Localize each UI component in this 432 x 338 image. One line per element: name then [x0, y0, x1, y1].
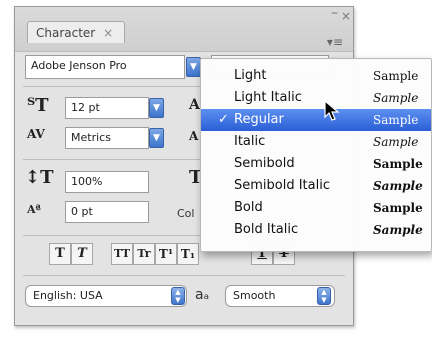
language-value: English: USA — [33, 289, 103, 302]
font-style-menu: Light Sample Light Italic Sample ✓ Regular Sam… — [200, 58, 432, 252]
menu-item-regular[interactable]: ✓ Regular Sample — [201, 109, 431, 131]
menu-item-label: Semibold — [234, 156, 295, 171]
tab-label: Character — [36, 26, 96, 40]
minimize-icon[interactable]: – — [331, 5, 338, 21]
antialias-stepper-icon[interactable]: ▲ ▼ — [317, 287, 331, 305]
baseline-shift-field[interactable]: 0 pt — [65, 201, 149, 223]
font-family-dropdown-button[interactable]: ▼ — [186, 57, 201, 77]
menu-item-label: Light — [234, 68, 267, 83]
close-panel-icon[interactable]: × — [341, 9, 351, 23]
divider — [23, 275, 345, 276]
font-size-icon: ᵀT — [27, 95, 49, 116]
font-family-value: Adobe Jenson Pro — [31, 59, 127, 72]
kerning-value: Metrics — [71, 131, 111, 144]
font-size-value: 12 pt — [71, 101, 100, 114]
faux-italic-button[interactable]: T — [71, 243, 93, 265]
menu-item-label: Regular — [234, 112, 284, 127]
menu-item-label: Semibold Italic — [234, 178, 330, 193]
menu-item-sample: Sample — [373, 135, 419, 149]
kerning-field[interactable]: Metrics — [65, 127, 149, 149]
tab-close-icon[interactable]: × — [103, 26, 113, 40]
menu-item-sample: Sample — [373, 157, 423, 171]
checkmark-icon: ✓ — [218, 112, 229, 127]
baseline-shift-icon: Aª — [27, 203, 41, 216]
language-stepper-icon[interactable]: ▲ ▼ — [171, 287, 185, 305]
vertical-scale-icon: ↕T — [25, 167, 54, 188]
menu-item-light-italic[interactable]: Light Italic Sample — [201, 87, 431, 109]
tracking-icon: A — [189, 129, 199, 143]
menu-item-light[interactable]: Light Sample — [201, 65, 431, 87]
tab-character[interactable]: Character × — [27, 21, 125, 43]
vertical-scale-value: 100% — [71, 175, 103, 188]
language-select[interactable]: English: USA — [25, 285, 187, 307]
antialias-icon: aₐ — [195, 287, 210, 303]
panel-menu-icon[interactable]: ▾≡ — [327, 35, 343, 49]
menu-item-sample: Sample — [373, 113, 419, 127]
menu-item-label: Italic — [234, 134, 266, 149]
menu-item-semibold[interactable]: Semibold Sample — [201, 153, 431, 175]
menu-item-sample: Sample — [373, 69, 419, 83]
font-family-field[interactable]: Adobe Jenson Pro — [25, 55, 185, 79]
antialias-value: Smooth — [233, 289, 276, 302]
color-label: Col — [177, 207, 195, 220]
menu-item-sample: Sample — [373, 91, 419, 105]
mouse-pointer-icon — [324, 100, 340, 121]
menu-item-label: Bold — [234, 200, 263, 215]
vertical-scale-field[interactable]: 100% — [65, 171, 149, 193]
font-size-dropdown-button[interactable]: ▼ — [149, 98, 164, 118]
menu-item-semibold-italic[interactable]: Semibold Italic Sample — [201, 175, 431, 197]
all-caps-button[interactable]: TT — [111, 243, 133, 265]
menu-item-sample: Sample — [373, 223, 423, 237]
baseline-shift-value: 0 pt — [71, 205, 93, 218]
small-caps-button[interactable]: Tr — [133, 243, 155, 265]
menu-item-italic[interactable]: Italic Sample — [201, 131, 431, 153]
faux-bold-button[interactable]: T — [49, 243, 71, 265]
menu-item-bold[interactable]: Bold Sample — [201, 197, 431, 219]
menu-item-bold-italic[interactable]: Bold Italic Sample — [201, 219, 431, 241]
kerning-icon: AV — [27, 127, 45, 141]
kerning-dropdown-button[interactable]: ▼ — [149, 128, 164, 148]
leading-icon: A — [189, 97, 200, 113]
menu-item-sample: Sample — [373, 179, 423, 193]
superscript-button[interactable]: T¹ — [155, 243, 177, 265]
subscript-button[interactable]: T₁ — [177, 243, 199, 265]
menu-item-sample: Sample — [373, 201, 423, 215]
menu-item-label: Light Italic — [234, 90, 302, 105]
menu-item-label: Bold Italic — [234, 222, 299, 237]
font-size-field[interactable]: 12 pt — [65, 97, 149, 119]
